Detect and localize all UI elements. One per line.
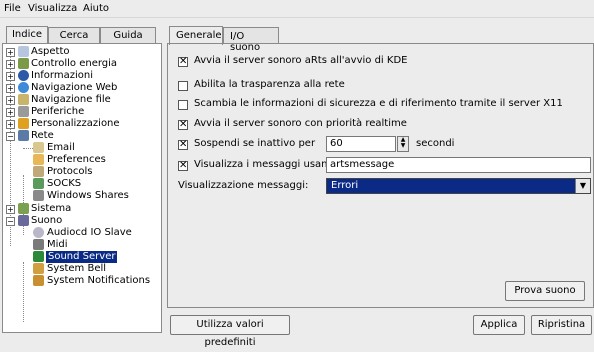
left-tabbar: Indice Cerca Guida (2, 26, 162, 44)
plug-icon (18, 58, 29, 69)
show-messages-checkbox[interactable]: ✕ (178, 161, 188, 171)
tree-line (23, 262, 24, 322)
tree-label: Informazioni (31, 70, 93, 81)
tree-label: Navigazione file (31, 94, 111, 105)
defaults-button[interactable]: Utilizza valori predefiniti (170, 315, 290, 348)
settings-panel: ✕ Avvia il server sonoro aRts all'avvio … (167, 43, 594, 308)
expand-icon[interactable]: + (6, 120, 15, 129)
tab-search-label: Cerca (59, 30, 89, 41)
suspend-seconds-input[interactable]: 60 (326, 136, 396, 152)
system-icon (18, 203, 29, 214)
notification-icon (33, 275, 44, 286)
tab-guide[interactable]: Guida (100, 27, 156, 43)
tree-label: Aspetto (31, 46, 70, 57)
computer-icon (33, 190, 44, 201)
menu-help[interactable]: Aiuto (83, 3, 109, 14)
expand-icon[interactable]: + (6, 48, 15, 57)
start-server-label: Avvia il server sonoro aRts all'avvio di… (194, 55, 408, 66)
tree-line (23, 148, 33, 149)
show-messages-label: Visualizza i messaggi usando: (194, 159, 344, 170)
expand-icon[interactable]: + (6, 72, 15, 81)
expand-icon[interactable]: + (6, 96, 15, 105)
suspend-checkbox[interactable]: ✕ (178, 140, 188, 150)
tab-index-label: Indice (11, 29, 43, 40)
messages-display-value: Errori (331, 180, 359, 191)
socks-icon (33, 178, 44, 189)
tree-label: Suono (31, 215, 63, 226)
messages-app-input[interactable]: artsmessage (326, 157, 591, 173)
tree-label: Email (47, 142, 75, 153)
person-icon (18, 118, 29, 129)
tree-label: System Bell (47, 263, 107, 274)
start-server-checkbox[interactable]: ✕ (178, 57, 188, 67)
realtime-checkbox[interactable]: ✕ (178, 120, 188, 130)
settings-tabbar: Generale I/O suono (167, 26, 594, 53)
network-icon (18, 130, 29, 141)
tree-label: System Notifications (47, 275, 151, 286)
tree-label: Personalizzazione (31, 118, 120, 129)
keyboard-icon (33, 239, 44, 250)
tree-label: Rete (31, 130, 54, 141)
collapse-icon[interactable]: − (6, 132, 15, 141)
exchange-security-checkbox[interactable] (178, 100, 188, 110)
tab-search[interactable]: Cerca (48, 27, 100, 43)
expand-icon[interactable]: + (6, 60, 15, 69)
suspend-label: Sospendi se inattivo per (194, 138, 316, 149)
speaker-icon (18, 215, 29, 226)
left-panel: Indice Cerca Guida + Aspetto + Controllo… (2, 26, 162, 333)
tab-generale-label: Generale (176, 30, 222, 41)
expand-icon[interactable]: + (6, 84, 15, 93)
messages-display-label: Visualizzazione messaggi: (178, 180, 309, 191)
tab-io-suono[interactable]: I/O suono (223, 27, 279, 53)
envelope-icon (33, 142, 44, 153)
collapse-icon[interactable]: − (6, 217, 15, 226)
protocol-icon (33, 166, 44, 177)
transparency-label: Abilita la trasparenza alla rete (194, 79, 345, 90)
suspend-unit-label: secondi (416, 138, 455, 149)
menu-file[interactable]: File (4, 3, 21, 14)
expand-icon[interactable]: + (6, 205, 15, 214)
sound-server-icon (33, 251, 44, 262)
tree-label: Controllo energia (31, 58, 118, 69)
cd-icon (33, 227, 44, 238)
transparency-checkbox[interactable] (178, 81, 188, 91)
reset-button[interactable]: Ripristina (531, 315, 592, 335)
spin-buttons-icon[interactable]: ▲ ▼ (397, 136, 409, 152)
tree-label-selected: Sound Server (46, 251, 118, 263)
tree-label: Periferiche (31, 106, 85, 117)
apply-button[interactable]: Applica (473, 315, 525, 335)
menu-view[interactable]: Visualizza (28, 3, 77, 14)
tab-guide-label: Guida (113, 30, 143, 41)
menu-bar: File Visualizza Aiuto (0, 0, 594, 18)
realtime-label: Avvia il server sonoro con priorità real… (194, 118, 407, 129)
mouse-icon (18, 106, 29, 117)
expand-icon[interactable]: + (6, 108, 15, 117)
test-sound-button[interactable]: Prova suono (505, 281, 585, 301)
folder-icon (18, 94, 29, 105)
tree-label: Protocols (47, 166, 93, 177)
globe-icon (18, 82, 29, 93)
bell-icon (33, 263, 44, 274)
tree-label: Preferences (47, 154, 106, 165)
tab-index[interactable]: Indice (6, 26, 48, 44)
module-tree: + Aspetto + Controllo energia + Informaz… (2, 43, 162, 333)
chevron-down-icon: ▼ (575, 179, 590, 193)
tree-label: Navigazione Web (31, 82, 118, 93)
appearance-icon (18, 46, 29, 57)
info-icon (18, 70, 29, 81)
tree-label: Sistema (31, 203, 72, 214)
tree-label: Windows Shares (47, 190, 129, 201)
messages-display-select[interactable]: Errori ▼ (326, 178, 591, 194)
tree-label: Midi (47, 239, 68, 250)
tree-label: SOCKS (47, 178, 82, 189)
tree-label: Audiocd IO Slave (47, 227, 132, 238)
hand-icon (33, 154, 44, 165)
exchange-security-label: Scambia le informazioni di sicurezza e d… (194, 98, 563, 109)
